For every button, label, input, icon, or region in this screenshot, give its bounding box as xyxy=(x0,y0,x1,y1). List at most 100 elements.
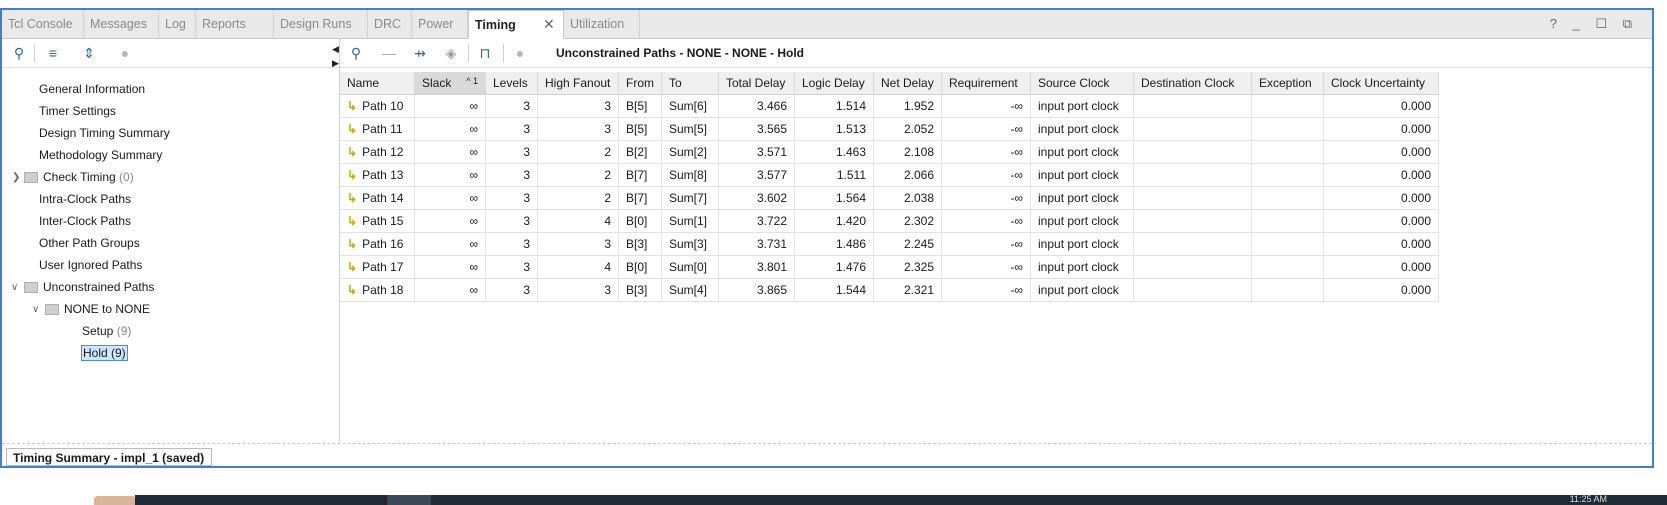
collapse-arrow-icon[interactable]: ∨ xyxy=(32,304,39,315)
collapse-arrow-icon[interactable]: ∨ xyxy=(11,282,18,293)
table-cell xyxy=(1251,255,1324,279)
tree-check-timing[interactable]: Check Timing (0) xyxy=(24,167,134,187)
table-cell: 3 xyxy=(537,278,619,302)
stop-icon[interactable]: ● xyxy=(117,45,133,61)
table-cell: Sum[3] xyxy=(661,232,719,256)
timing-window: Tcl Console Messages Log Reports Design … xyxy=(0,8,1654,468)
table-row[interactable]: ↳ Path 12 ∞ 3 2 B[2] Sum[2] 3.571 1.463 2.108 -∞ in… xyxy=(340,140,1439,164)
taskbar-active-app[interactable] xyxy=(387,495,431,505)
table-cell: 3.865 xyxy=(718,278,795,302)
col-exception[interactable]: Exception xyxy=(1251,72,1324,95)
timing-summary-button[interactable]: Timing Summary - impl_1 (saved) xyxy=(6,448,212,466)
diamond-icon[interactable]: ◈ xyxy=(443,45,459,61)
table-cell: 2.052 xyxy=(873,117,942,141)
table-cell: -∞ xyxy=(941,140,1031,164)
path-name-label: Path 12 xyxy=(362,145,404,159)
expand-all-icon[interactable]: ⇕ xyxy=(81,45,97,61)
col-levels[interactable]: Levels xyxy=(485,72,538,95)
table-row[interactable]: ↳ Path 14 ∞ 3 2 B[7] Sum[7] 3.602 1.564 2.038 -∞ in… xyxy=(340,186,1439,210)
col-name[interactable]: Name xyxy=(340,72,415,95)
col-slack[interactable]: Slack ^ 1 xyxy=(414,72,486,95)
tree-none-to-none[interactable]: NONE to NONE xyxy=(45,299,150,319)
table-cell: Sum[8] xyxy=(661,163,719,187)
col-from[interactable]: From xyxy=(618,72,662,95)
tree-user-ignored-paths[interactable]: User Ignored Paths xyxy=(39,255,142,275)
waveform-icon[interactable]: ⊓ xyxy=(477,45,493,61)
tab-log[interactable]: Log xyxy=(159,10,196,38)
table-row[interactable]: ↳ Path 13 ∞ 3 2 B[7] Sum[8] 3.577 1.511 2.066 -∞ in… xyxy=(340,163,1439,187)
table-row[interactable]: ↳ Path 10 ∞ 3 3 B[5] Sum[6] 3.466 1.514 1.952 -∞ in… xyxy=(340,94,1439,118)
stop-icon[interactable]: ● xyxy=(512,45,528,61)
path-name-cell: ↳ Path 14 xyxy=(340,186,415,210)
window-controls[interactable]: ? _ ☐ ⧉ xyxy=(1550,16,1638,32)
table-row[interactable]: ↳ Path 17 ∞ 3 4 B[0] Sum[0] 3.801 1.476 2.325 -∞ in… xyxy=(340,255,1439,279)
table-cell: 3.722 xyxy=(718,209,795,233)
table-cell xyxy=(1133,209,1252,233)
table-cell: 1.463 xyxy=(794,140,874,164)
col-requirement[interactable]: Requirement xyxy=(941,72,1031,95)
table-cell: Sum[2] xyxy=(661,140,719,164)
tree-intra-clock-paths[interactable]: Intra-Clock Paths xyxy=(39,189,131,209)
table-cell: 1.544 xyxy=(794,278,874,302)
path-name-label: Path 10 xyxy=(362,99,404,113)
path-icon: ↳ xyxy=(347,122,358,136)
table-cell: 2.108 xyxy=(873,140,942,164)
sort-indicator: ^ 1 xyxy=(466,76,478,86)
tree-general-information[interactable]: General Information xyxy=(39,79,145,99)
table-cell xyxy=(1133,163,1252,187)
collapse-left-icon[interactable]: ◀ xyxy=(332,44,339,55)
col-net-delay[interactable]: Net Delay xyxy=(873,72,942,95)
table-cell: 3 xyxy=(485,94,538,118)
table-row[interactable]: ↳ Path 11 ∞ 3 3 B[5] Sum[5] 3.565 1.513 2.052 -∞ in… xyxy=(340,117,1439,141)
schematic-icon[interactable]: ⇸ xyxy=(412,45,428,61)
tree-hold[interactable]: Hold (9) xyxy=(81,343,128,363)
table-row[interactable]: ↳ Path 15 ∞ 3 4 B[0] Sum[1] 3.722 1.420 2.302 -∞ in… xyxy=(340,209,1439,233)
table-cell: 1.514 xyxy=(794,94,874,118)
tab-reports[interactable]: Reports xyxy=(196,10,274,38)
table-cell: input port clock xyxy=(1030,117,1134,141)
tree-methodology-summary[interactable]: Methodology Summary xyxy=(39,145,162,165)
close-tab-icon[interactable]: ✕ xyxy=(543,16,555,33)
tab-messages[interactable]: Messages xyxy=(84,10,159,38)
col-to[interactable]: To xyxy=(661,72,719,95)
table-cell: 2.066 xyxy=(873,163,942,187)
tree-unconstrained-paths[interactable]: Unconstrained Paths xyxy=(24,277,154,297)
table-cell: 1.420 xyxy=(794,209,874,233)
tab-power[interactable]: Power xyxy=(412,10,468,38)
table-cell: 3 xyxy=(485,140,538,164)
tab-tcl-console[interactable]: Tcl Console xyxy=(2,10,84,38)
table-row[interactable]: ↳ Path 16 ∞ 3 3 B[3] Sum[3] 3.731 1.486 2.245 -∞ in… xyxy=(340,232,1439,256)
col-logic-delay[interactable]: Logic Delay xyxy=(794,72,874,95)
tab-utilization[interactable]: Utilization xyxy=(564,10,640,38)
table-cell: 1.476 xyxy=(794,255,874,279)
tree-setup[interactable]: Setup (9) xyxy=(82,321,131,341)
col-clock-uncertainty[interactable]: Clock Uncertainty xyxy=(1323,72,1439,95)
path-icon: ↳ xyxy=(347,214,358,228)
col-high-fanout[interactable]: High Fanout xyxy=(537,72,619,95)
table-cell: 2 xyxy=(537,186,619,210)
collapse-all-icon[interactable]: ≡ xyxy=(45,45,61,61)
tree-timer-settings[interactable]: Timer Settings xyxy=(39,101,116,121)
col-source-clock[interactable]: Source Clock xyxy=(1030,72,1134,95)
table-cell xyxy=(1133,117,1252,141)
search-icon[interactable]: ⚲ xyxy=(11,45,27,61)
tab-drc[interactable]: DRC xyxy=(368,10,412,38)
table-cell: -∞ xyxy=(941,163,1031,187)
path-name-cell: ↳ Path 18 xyxy=(340,278,415,302)
search-icon[interactable]: ⚲ xyxy=(348,45,364,61)
col-total-delay[interactable]: Total Delay xyxy=(718,72,795,95)
expand-arrow-icon[interactable]: ❯ xyxy=(12,172,20,183)
col-destination-clock[interactable]: Destination Clock xyxy=(1133,72,1252,95)
tree-other-path-groups[interactable]: Other Path Groups xyxy=(39,233,140,253)
table-cell: B[0] xyxy=(618,209,662,233)
tree-inter-clock-paths[interactable]: Inter-Clock Paths xyxy=(39,211,131,231)
expand-right-icon[interactable]: ▶ xyxy=(332,58,339,69)
tree-design-timing-summary[interactable]: Design Timing Summary xyxy=(39,123,170,143)
tab-design-runs[interactable]: Design Runs xyxy=(274,10,368,38)
table-cell: 2.321 xyxy=(873,278,942,302)
table-cell: 0.000 xyxy=(1323,209,1439,233)
table-row[interactable]: ↳ Path 18 ∞ 3 3 B[3] Sum[4] 3.865 1.544 2.321 -∞ in… xyxy=(340,278,1439,302)
minus-icon[interactable]: — xyxy=(381,45,397,61)
timing-tree-pane: ⚲ ≡ ⇕ ● ◀ ▶ General Information Timer Se… xyxy=(2,39,340,443)
table-cell: Sum[0] xyxy=(661,255,719,279)
